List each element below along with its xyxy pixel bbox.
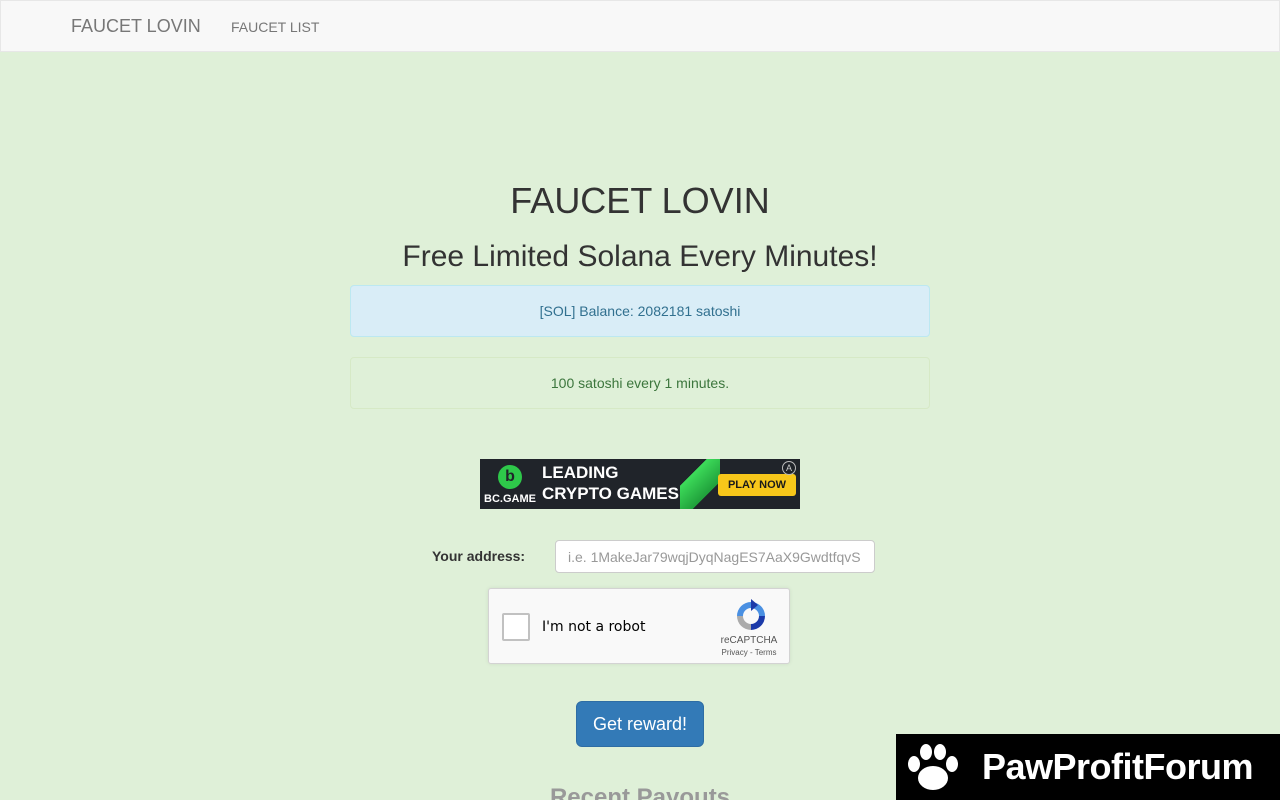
ad-brand: BC.GAME [484, 493, 536, 505]
ad-play-now-button[interactable]: PLAY NOW [718, 474, 796, 496]
page-subtitle: Free Limited Solana Every Minutes! [402, 240, 878, 273]
page-title: FAUCET LOVIN [510, 180, 770, 221]
bcgame-logo-letter: b [505, 468, 515, 485]
paw-icon [908, 744, 958, 790]
nav-link-faucet-list[interactable]: FAUCET LIST [231, 19, 319, 35]
top-navbar: FAUCET LOVIN FAUCET LIST [0, 0, 1280, 52]
rocket-icon [680, 459, 720, 509]
balance-alert: [SOL] Balance: 2082181 satoshi [350, 285, 930, 337]
recaptcha-label: I'm not a robot [542, 619, 646, 635]
address-input[interactable] [555, 540, 875, 573]
adchoices-icon[interactable]: A [782, 461, 796, 475]
recaptcha-widget: I'm not a robot reCAPTCHA Privacy - Term… [488, 588, 790, 664]
ad-headline-line2: CRYPTO GAMES [542, 484, 679, 503]
navbar-brand[interactable]: FAUCET LOVIN [71, 16, 201, 37]
get-reward-button[interactable]: Get reward! [576, 701, 704, 747]
pawprofitforum-watermark: PawProfitForum [896, 734, 1280, 800]
recaptcha-checkbox[interactable] [502, 613, 530, 641]
recaptcha-terms-link[interactable]: Privacy - Terms [709, 648, 789, 657]
recaptcha-logo-icon [737, 599, 765, 630]
ad-banner[interactable]: b BC.GAME LEADING CRYPTO GAMES PLAY NOW … [480, 459, 800, 509]
watermark-text: PawProfitForum [982, 746, 1254, 787]
ad-headline-line1: LEADING [542, 463, 619, 482]
recaptcha-brand: reCAPTCHA [720, 635, 778, 646]
rate-alert: 100 satoshi every 1 minutes. [350, 357, 930, 409]
address-label: Your address: [432, 548, 526, 564]
